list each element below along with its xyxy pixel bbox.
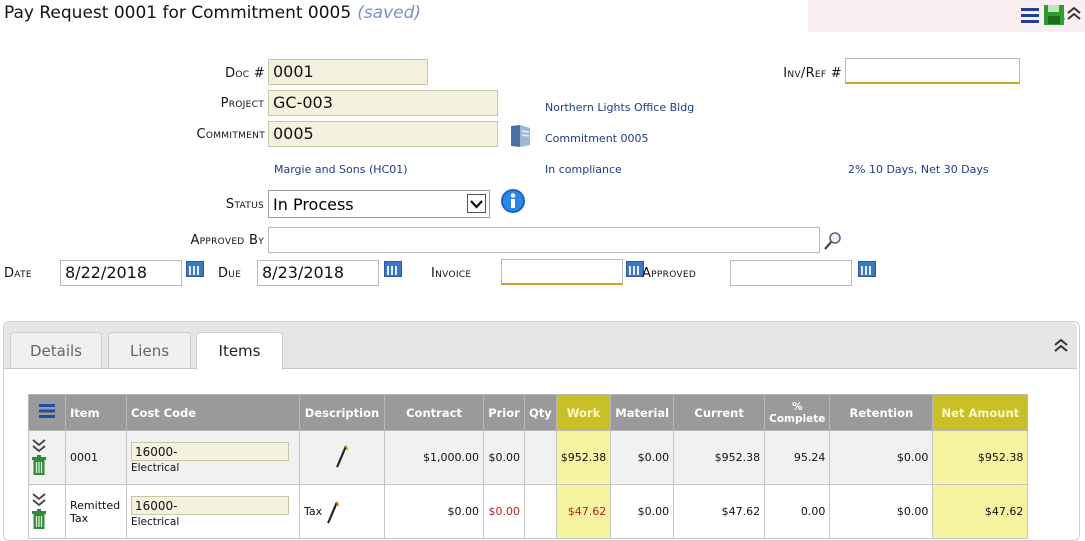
table-row: Remitted Tax 16000- Electrical Tax $0.00…: [28, 484, 1029, 539]
col-contract[interactable]: Contract: [384, 394, 484, 431]
col-item[interactable]: Item: [65, 394, 127, 431]
row-actions: [28, 430, 66, 485]
cell-material[interactable]: $0.00: [610, 430, 675, 485]
cell-percent-complete: 95.24: [764, 430, 831, 485]
cell-retention: $0.00: [829, 484, 934, 539]
trash-icon[interactable]: [31, 508, 63, 532]
col-retention[interactable]: Retention: [829, 394, 934, 431]
cell-net-amount: $952.38: [932, 430, 1029, 485]
cell-cost-code: 16000- Electrical: [126, 430, 300, 485]
invref-field[interactable]: [845, 58, 1020, 84]
col-net-amount[interactable]: Net Amount: [932, 394, 1029, 431]
saved-indicator: (saved): [357, 3, 422, 23]
cell-work[interactable]: $47.62: [555, 484, 612, 539]
items-table: Item Cost Code Description Contract Prio…: [28, 394, 1029, 539]
menu-icon: [39, 404, 55, 418]
invoice-field[interactable]: [501, 259, 623, 285]
status-value: In Process: [273, 195, 354, 214]
cell-retention: $0.00: [829, 430, 934, 485]
calendar-icon[interactable]: [858, 261, 876, 277]
commitment-field[interactable]: 0005: [268, 121, 498, 147]
tab-liens[interactable]: Liens: [108, 332, 191, 368]
cell-cost-code: 16000- Electrical: [126, 484, 300, 539]
cell-current: $47.62: [673, 484, 766, 539]
commitment-name[interactable]: Commitment 0005: [545, 132, 648, 145]
expand-rows-icon[interactable]: [31, 438, 63, 455]
cell-qty[interactable]: [524, 484, 557, 539]
invref-label: Inv/Ref #: [783, 66, 842, 81]
payment-terms: 2% 10 Days, Net 30 Days: [848, 163, 989, 176]
approved-date-field[interactable]: [730, 260, 852, 286]
title-text: Pay Request 0001 for Commitment 0005: [4, 3, 352, 23]
due-label: Due: [218, 266, 242, 281]
cell-work[interactable]: $952.38: [555, 430, 612, 485]
row-actions: [28, 484, 66, 539]
expand-rows-icon[interactable]: [31, 492, 63, 509]
cell-material[interactable]: $0.00: [610, 484, 675, 539]
compliance-status: In compliance: [545, 163, 622, 176]
status-label: Status: [225, 197, 264, 212]
approved-by-field[interactable]: [268, 227, 820, 253]
status-select[interactable]: In Process: [268, 190, 490, 218]
binder-icon[interactable]: [508, 123, 534, 153]
cell-description: Tax: [299, 484, 385, 539]
info-icon[interactable]: [500, 188, 526, 218]
approved-label: Approved: [642, 266, 697, 281]
menu-icon[interactable]: [1021, 7, 1039, 27]
chevron-down-icon: [467, 194, 486, 213]
collapse-panel-icon[interactable]: [1053, 337, 1069, 357]
project-name: Northern Lights Office Bldg: [545, 101, 695, 114]
description-text: Tax: [304, 504, 323, 518]
date-field[interactable]: 8/22/2018: [60, 260, 182, 286]
col-material[interactable]: Material: [610, 394, 675, 431]
table-row: 0001 16000- Electrical $1,000.00 $0.00 $…: [28, 430, 1029, 485]
project-label: Project: [220, 96, 264, 111]
cell-qty[interactable]: [524, 430, 557, 485]
tab-items[interactable]: Items: [196, 332, 283, 370]
cell-prior: $0.00: [483, 484, 525, 539]
table-header-row: Item Cost Code Description Contract Prio…: [28, 394, 1029, 431]
tab-details[interactable]: Details: [10, 332, 102, 368]
col-work[interactable]: Work: [555, 394, 612, 431]
cell-net-amount: $47.62: [932, 484, 1029, 539]
grid-menu-header[interactable]: [28, 394, 66, 431]
pencil-icon[interactable]: [335, 445, 349, 471]
col-cost-code[interactable]: Cost Code: [126, 394, 300, 431]
col-prior[interactable]: Prior: [483, 394, 525, 431]
due-field[interactable]: 8/23/2018: [257, 260, 379, 286]
cell-description: [299, 430, 385, 485]
cost-code-field[interactable]: 16000-: [131, 495, 289, 515]
collapse-icon[interactable]: [1066, 5, 1082, 25]
col-current[interactable]: Current: [673, 394, 766, 431]
cost-code-description: Electrical: [131, 461, 180, 474]
cost-code-field[interactable]: 16000-: [131, 441, 289, 461]
cell-current: $952.38: [673, 430, 766, 485]
page-title: Pay Request 0001 for Commitment 0005 (sav…: [4, 3, 421, 23]
calendar-icon[interactable]: [384, 261, 402, 277]
vendor-name: Margie and Sons (HC01): [274, 163, 408, 176]
approved-by-label: Approved By: [190, 233, 264, 248]
cell-item: 0001: [65, 430, 127, 485]
doc-label: Doc #: [225, 66, 265, 81]
calendar-icon[interactable]: [186, 261, 204, 277]
cell-contract: $1,000.00: [384, 430, 484, 485]
cell-prior: $0.00: [483, 430, 525, 485]
project-field[interactable]: GC-003: [268, 90, 498, 116]
trash-icon[interactable]: [31, 454, 63, 478]
search-icon[interactable]: [823, 231, 843, 255]
commitment-label: Commitment: [196, 127, 265, 142]
col-qty[interactable]: Qty: [524, 394, 557, 431]
col-percent-complete[interactable]: % Complete: [764, 394, 831, 431]
col-description[interactable]: Description: [299, 394, 385, 431]
cell-percent-complete: 0.00: [764, 484, 831, 539]
cell-contract: $0.00: [384, 484, 484, 539]
cost-code-description: Electrical: [131, 515, 180, 528]
save-icon[interactable]: [1043, 4, 1065, 30]
date-label: Date: [4, 266, 32, 281]
doc-number-field[interactable]: 0001: [268, 59, 428, 85]
pencil-icon[interactable]: [326, 501, 340, 523]
invoice-label: Invoice: [431, 266, 472, 281]
cell-item: Remitted Tax: [65, 484, 127, 539]
